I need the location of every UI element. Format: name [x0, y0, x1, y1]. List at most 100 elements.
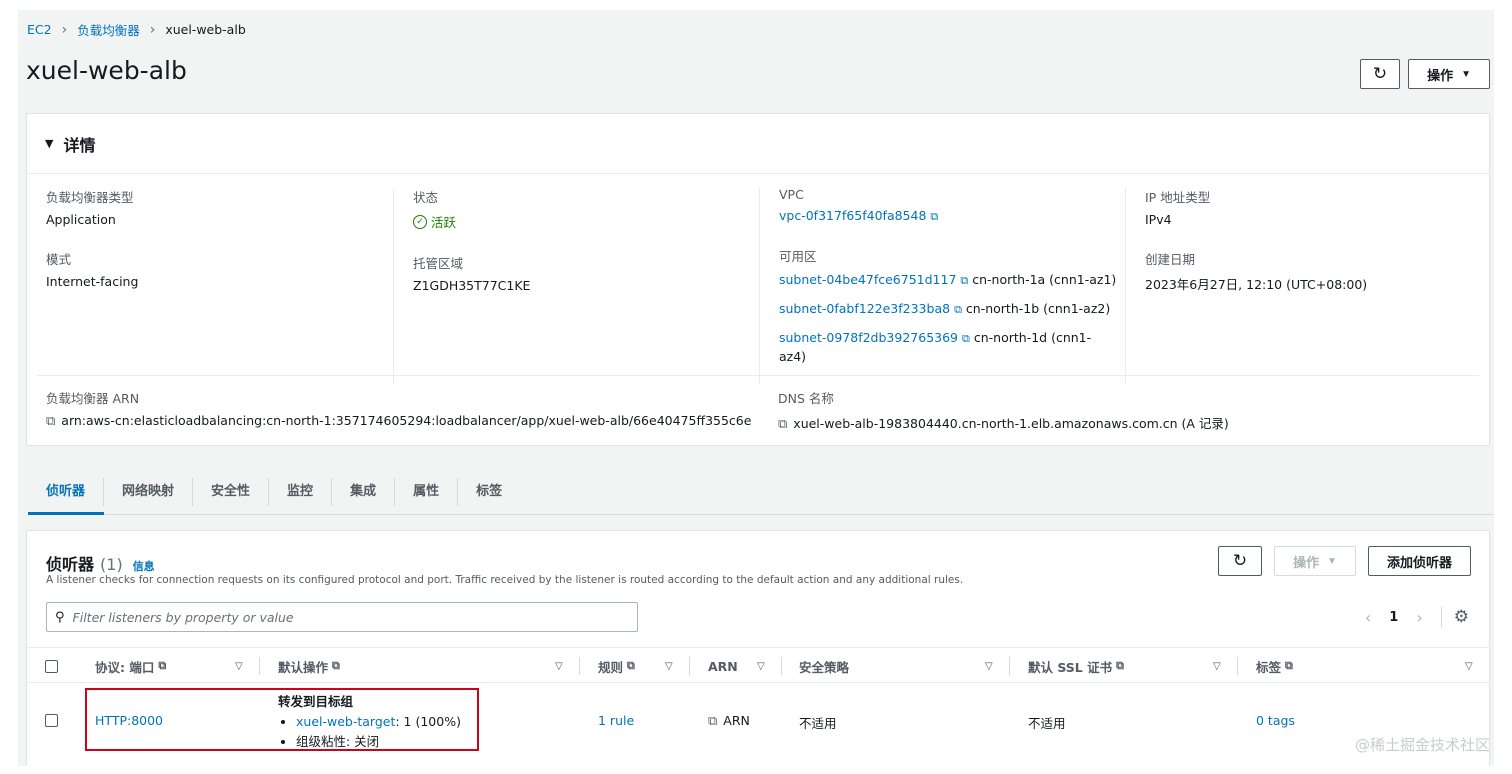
- chevron-right-icon: ›: [149, 21, 156, 38]
- info-link[interactable]: 信息: [133, 558, 155, 574]
- arn-cell: 负载均衡器 ARN ⧉ arn:aws-cn:elasticloadbalanci…: [46, 388, 751, 429]
- pagination: ‹ 1 › ⚙: [1365, 607, 1469, 627]
- copy-icon[interactable]: ⧉: [778, 417, 787, 432]
- external-link-icon: ⧉: [954, 303, 962, 316]
- sort-icon[interactable]: ▽: [985, 661, 993, 672]
- hosted-zone-value: Z1GDH35T77C1KE: [413, 278, 531, 293]
- dns-cell: DNS 名称 ⧉ xuel-web-alb-1983804440.cn-north…: [778, 388, 1229, 432]
- tab-attributes[interactable]: 属性: [394, 478, 457, 506]
- external-link-icon: ⧉: [930, 210, 939, 223]
- listeners-count: (1): [100, 555, 123, 574]
- chevron-right-icon[interactable]: ›: [1416, 608, 1422, 627]
- scheme-value: Internet-facing: [46, 274, 139, 289]
- details-col-1: 负载均衡器类型 Application 模式 Internet-facing: [27, 187, 393, 385]
- state-value: 活跃: [431, 215, 457, 230]
- sort-icon[interactable]: ▽: [1465, 661, 1473, 672]
- refresh-button[interactable]: ↻: [1359, 59, 1401, 89]
- tab-bar: 侦听器 网络映射 安全性 监控 集成 属性 标签: [28, 470, 520, 514]
- col-arn[interactable]: ARN: [708, 648, 738, 684]
- details-header[interactable]: ▼ 详情: [27, 114, 1489, 174]
- refresh-icon: ↻: [1372, 64, 1388, 83]
- security-policy-value: 不适用: [799, 716, 837, 731]
- tab-tags[interactable]: 标签: [457, 478, 520, 506]
- arn-label: 负载均衡器 ARN: [46, 391, 140, 406]
- row-checkbox[interactable]: [45, 714, 58, 727]
- refresh-button[interactable]: ↻: [1217, 546, 1263, 576]
- rules-link[interactable]: 1 rule: [598, 713, 634, 728]
- caret-down-icon: ▼: [1461, 68, 1471, 80]
- sort-icon[interactable]: ▽: [235, 661, 243, 672]
- page: EC2 › 负载均衡器 › xuel-web-alb xuel-web-alb …: [18, 10, 1494, 766]
- tabs-divider: [28, 514, 1494, 515]
- col-protocol-port[interactable]: 协议: 端口 ⧉: [95, 648, 166, 684]
- hosted-zone-label: 托管区域: [413, 256, 464, 271]
- col-tags[interactable]: 标签 ⧉: [1256, 648, 1293, 684]
- subnet-row: subnet-0978f2db392765369 ⧉ cn-north-1d (c…: [779, 329, 1099, 366]
- search-icon: ⚲: [55, 609, 65, 625]
- copy-icon[interactable]: ⧉: [46, 414, 55, 429]
- external-link-icon: ⧉: [960, 274, 969, 287]
- listeners-actions: ↻ 操作 ▼ 添加侦听器: [1217, 546, 1471, 576]
- sort-icon[interactable]: ▽: [555, 661, 563, 672]
- listener-actions-button[interactable]: 操作 ▼: [1274, 546, 1356, 576]
- ip-type-value: IPv4: [1145, 212, 1172, 227]
- dns-label: DNS 名称: [778, 391, 834, 406]
- gear-icon[interactable]: ⚙: [1440, 607, 1469, 627]
- tab-integrations[interactable]: 集成: [331, 478, 394, 506]
- highlight-box: [85, 688, 479, 751]
- search-field[interactable]: ⚲: [46, 602, 638, 632]
- created-value: 2023年6月27日, 12:10 (UTC+08:00): [1145, 277, 1368, 292]
- created-label: 创建日期: [1145, 252, 1196, 267]
- details-title: 详情: [63, 135, 96, 155]
- arn-copy[interactable]: ⧉ ARN: [708, 713, 750, 729]
- lb-type-label: 负载均衡器类型: [46, 190, 134, 205]
- arn-value: arn:aws-cn:elasticloadbalancing:cn-north…: [61, 413, 752, 428]
- listeners-title: 侦听器: [46, 555, 95, 574]
- col-ssl-cert[interactable]: 默认 SSL 证书 ⧉: [1028, 648, 1124, 684]
- copy-icon: ⧉: [708, 714, 718, 729]
- external-link-icon: ⧉: [1285, 659, 1293, 672]
- actions-label: 操作: [1293, 554, 1320, 570]
- details-col-3: VPC vpc-0f317f65f40fa8548 ⧉ 可用区 subnet-04…: [759, 187, 1125, 385]
- active-tab-indicator: [28, 512, 104, 515]
- check-circle-icon: ✓: [413, 214, 427, 229]
- subnet-link[interactable]: subnet-0978f2db392765369: [779, 330, 958, 345]
- tab-monitoring[interactable]: 监控: [268, 478, 331, 506]
- refresh-icon: ↻: [1232, 551, 1248, 570]
- breadcrumb-ec2[interactable]: EC2: [27, 22, 52, 37]
- chevron-left-icon[interactable]: ‹: [1365, 608, 1371, 627]
- subnet-link[interactable]: subnet-04be47fce6751d117: [779, 272, 956, 287]
- vpc-label: VPC: [779, 187, 804, 202]
- tags-link[interactable]: 0 tags: [1256, 713, 1295, 728]
- sort-icon[interactable]: ▽: [757, 661, 765, 672]
- col-security-policy[interactable]: 安全策略: [799, 648, 849, 684]
- sort-icon[interactable]: ▽: [1213, 661, 1221, 672]
- add-listener-button[interactable]: 添加侦听器: [1367, 546, 1471, 576]
- actions-label: 操作: [1427, 67, 1454, 83]
- subnet-az: cn-north-1b (cnn1-az2): [965, 301, 1111, 316]
- page-title: xuel-web-alb: [26, 56, 187, 85]
- sort-icon[interactable]: ▽: [665, 661, 673, 672]
- subnet-link[interactable]: subnet-0fabf122e3f233ba8: [779, 301, 950, 316]
- col-default-action[interactable]: 默认操作 ⧉: [278, 648, 340, 684]
- col-rules[interactable]: 规则 ⧉: [598, 648, 635, 684]
- subnet-row: subnet-04be47fce6751d117 ⧉ cn-north-1a (c…: [779, 271, 1125, 290]
- vpc-link[interactable]: vpc-0f317f65f40fa8548: [779, 208, 926, 223]
- lb-type-value: Application: [46, 212, 116, 227]
- external-link-icon: ⧉: [332, 659, 340, 672]
- page-number[interactable]: 1: [1389, 610, 1398, 625]
- table-header: 协议: 端口 ⧉ ▽ 默认操作 ⧉ ▽ 规则 ⧉ ▽ ARN ▽ 安全策略 ▽ 默认 …: [27, 647, 1489, 683]
- tab-network-mapping[interactable]: 网络映射: [103, 478, 192, 506]
- external-link-icon: ⧉: [627, 659, 635, 672]
- external-link-icon: ⧉: [1116, 659, 1124, 672]
- tab-listeners[interactable]: 侦听器: [28, 478, 103, 506]
- arn-dns-row: 负载均衡器 ARN ⧉ arn:aws-cn:elasticloadbalanci…: [37, 375, 1479, 447]
- tab-security[interactable]: 安全性: [192, 478, 268, 506]
- actions-button[interactable]: 操作 ▼: [1408, 59, 1490, 89]
- search-input[interactable]: [72, 609, 613, 625]
- scheme-label: 模式: [46, 252, 72, 267]
- breadcrumb-current: xuel-web-alb: [165, 22, 246, 37]
- select-all-checkbox[interactable]: [45, 659, 58, 673]
- ip-type-label: IP 地址类型: [1145, 190, 1211, 205]
- breadcrumb-load-balancers[interactable]: 负载均衡器: [77, 20, 140, 39]
